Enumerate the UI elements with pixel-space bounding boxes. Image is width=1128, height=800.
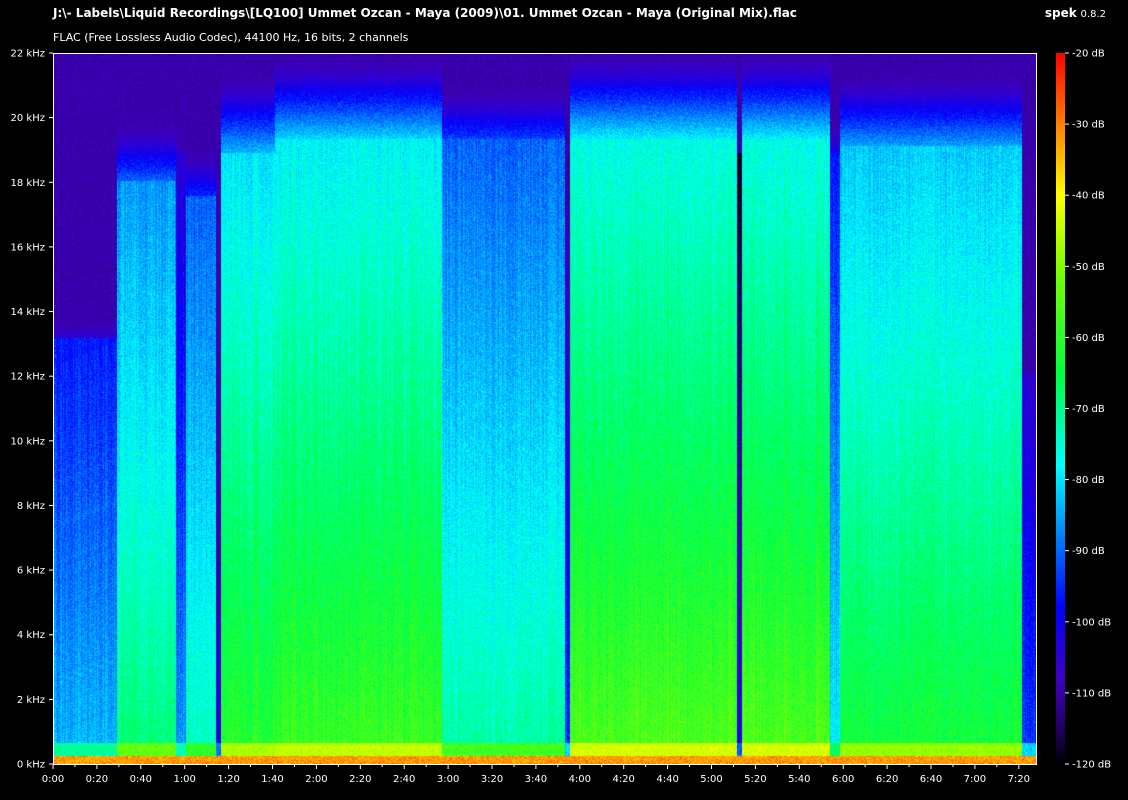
time-tick-label: 3:00 <box>437 774 459 785</box>
time-tick-label: 1:20 <box>217 774 239 785</box>
time-tick-label: 6:40 <box>920 774 942 785</box>
time-tick-label: 2:00 <box>305 774 327 785</box>
db-tick-label: -120 dB <box>1072 760 1111 771</box>
freq-tick-label: 6 kHz <box>17 566 45 577</box>
db-tick-label: -80 dB <box>1072 475 1105 486</box>
time-tick-label: 1:40 <box>261 774 283 785</box>
time-tick-label: 7:20 <box>1008 774 1030 785</box>
db-tick-label: -70 dB <box>1072 404 1105 415</box>
db-axis: -20 dB -30 dB -40 dB -50 dB -60 dB -70 dB -80 … <box>1065 49 1111 771</box>
freq-tick-label: 10 kHz <box>11 436 45 447</box>
time-tick-label: 4:20 <box>612 774 634 785</box>
db-scale-bar <box>1056 53 1065 764</box>
db-tick-label: -30 dB <box>1072 120 1105 131</box>
time-tick-label: 2:40 <box>393 774 415 785</box>
time-tick-label: 3:20 <box>481 774 503 785</box>
time-tick-label: 5:00 <box>700 774 722 785</box>
db-tick-label: -60 dB <box>1072 333 1105 344</box>
time-tick-label: 7:00 <box>964 774 986 785</box>
frequency-axis: 22 kHz 20 kHz 18 kHz 16 kHz 14 kHz 12 kHz 10 k… <box>11 49 53 771</box>
time-tick-label: 5:20 <box>744 774 766 785</box>
db-tick-label: -40 dB <box>1072 191 1105 202</box>
db-tick-label: -50 dB <box>1072 262 1105 273</box>
time-tick-label: 6:00 <box>832 774 854 785</box>
time-axis: 0:00 0:20 0:40 1:00 1:20 1:40 2:00 2:20 2:40 3:00… <box>42 764 1030 785</box>
freq-tick-label: 2 kHz <box>17 695 45 706</box>
freq-tick-label: 14 kHz <box>11 307 45 318</box>
freq-tick-label: 12 kHz <box>11 372 45 383</box>
db-tick-label: -90 dB <box>1072 546 1105 557</box>
db-tick-label: -20 dB <box>1072 49 1105 60</box>
time-tick-label: 6:20 <box>876 774 898 785</box>
time-tick-label: 4:00 <box>569 774 591 785</box>
time-tick-label: 5:40 <box>788 774 810 785</box>
time-tick-label: 0:00 <box>42 774 64 785</box>
axes-overlay: 22 kHz 20 kHz 18 kHz 16 kHz 14 kHz 12 kHz 10 k… <box>11 49 1112 786</box>
freq-tick-label: 20 kHz <box>11 113 45 124</box>
time-tick-label: 3:40 <box>525 774 547 785</box>
freq-tick-label: 4 kHz <box>17 630 45 641</box>
freq-tick-label: 16 kHz <box>11 242 45 253</box>
time-tick-label: 2:20 <box>349 774 371 785</box>
plot-frame <box>53 53 1037 765</box>
time-tick-label: 1:00 <box>173 774 195 785</box>
freq-tick-label: 22 kHz <box>11 49 45 60</box>
db-tick-label: -110 dB <box>1072 688 1111 699</box>
time-tick-label: 4:40 <box>656 774 678 785</box>
time-tick-label: 0:40 <box>130 774 152 785</box>
db-tick-label: -100 dB <box>1072 617 1111 628</box>
freq-tick-label: 8 kHz <box>17 501 45 512</box>
time-tick-label: 0:20 <box>86 774 108 785</box>
freq-tick-label: 18 kHz <box>11 178 45 189</box>
freq-tick-label: 0 kHz <box>17 760 45 771</box>
